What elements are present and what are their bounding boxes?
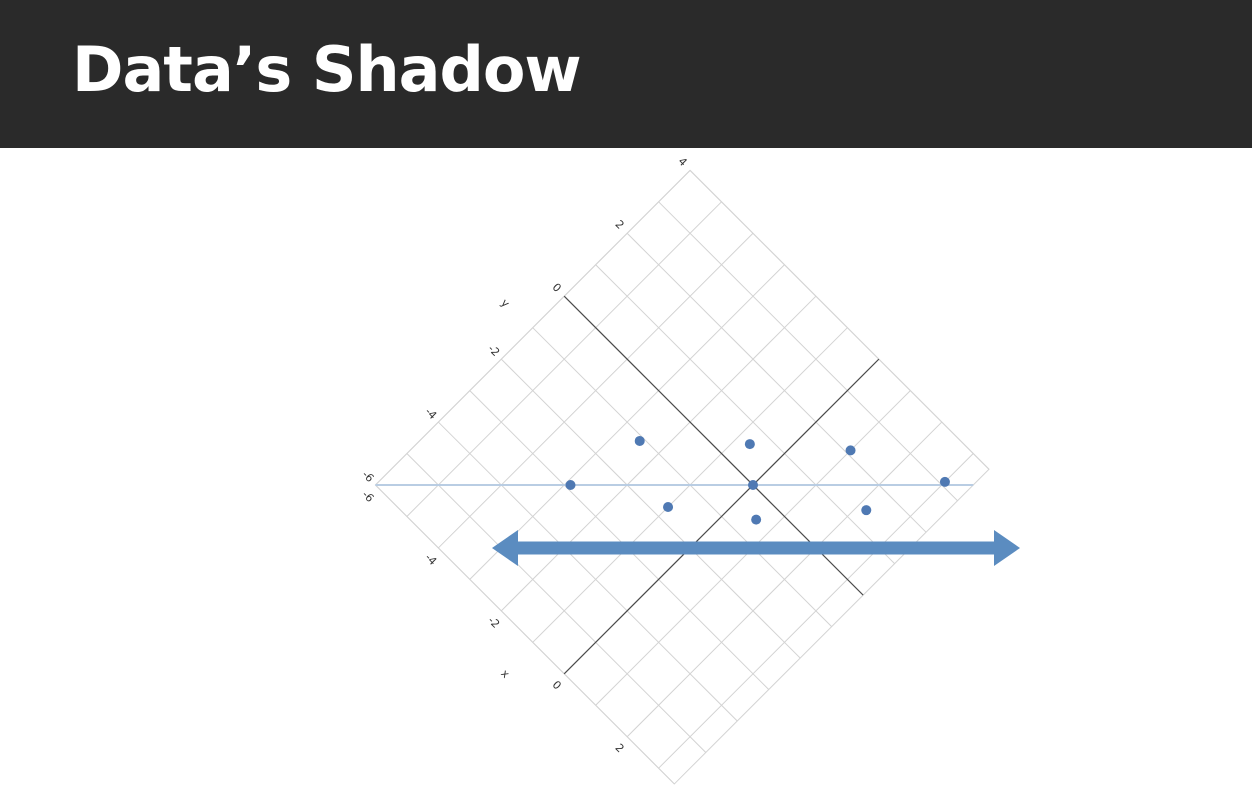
arrow-group — [492, 530, 1020, 566]
title-bar: Data’s Shadow — [0, 0, 1252, 148]
y-tick-label: -4 — [422, 405, 439, 422]
data-point — [845, 445, 856, 456]
x-axis-label: x — [498, 667, 512, 681]
data-point — [861, 505, 872, 516]
x-tick-label: -2 — [485, 614, 502, 631]
y-axis-label: y — [498, 296, 512, 310]
y-tick-label: -2 — [485, 342, 502, 359]
data-point — [565, 480, 576, 490]
gridline-y — [437, 421, 738, 722]
x-tick-label: 2 — [613, 741, 627, 755]
data-point — [939, 476, 950, 487]
gridline-y — [658, 201, 958, 502]
data-point — [751, 514, 762, 525]
chart-area: -6 -4 -2 0 2 4 -6 -4 -2 0 2 y x — [0, 148, 1252, 812]
y-tick-label: -6 — [359, 468, 376, 485]
data-point — [748, 480, 758, 490]
y-tick-label: 4 — [675, 155, 689, 169]
x-tick-label: 0 — [550, 678, 564, 692]
y-tick-label: 0 — [550, 281, 564, 295]
double-arrow — [492, 530, 1020, 566]
slide-title: Data’s Shadow — [72, 33, 582, 106]
rotated-scatter-chart: -6 -4 -2 0 2 4 -6 -4 -2 0 2 y x — [359, 155, 1020, 785]
data-point — [634, 435, 645, 446]
gridline-y — [595, 264, 895, 565]
data-point — [663, 502, 674, 513]
data-point — [744, 439, 755, 450]
gridline-y — [626, 232, 927, 533]
gridline-y — [500, 358, 801, 659]
y-tick-label: 2 — [613, 218, 627, 232]
x-tick-label: -6 — [359, 488, 376, 505]
gridline-y — [532, 327, 833, 627]
gridline-y — [406, 453, 707, 753]
grid — [374, 169, 990, 785]
x-tick-label: -4 — [422, 551, 439, 568]
